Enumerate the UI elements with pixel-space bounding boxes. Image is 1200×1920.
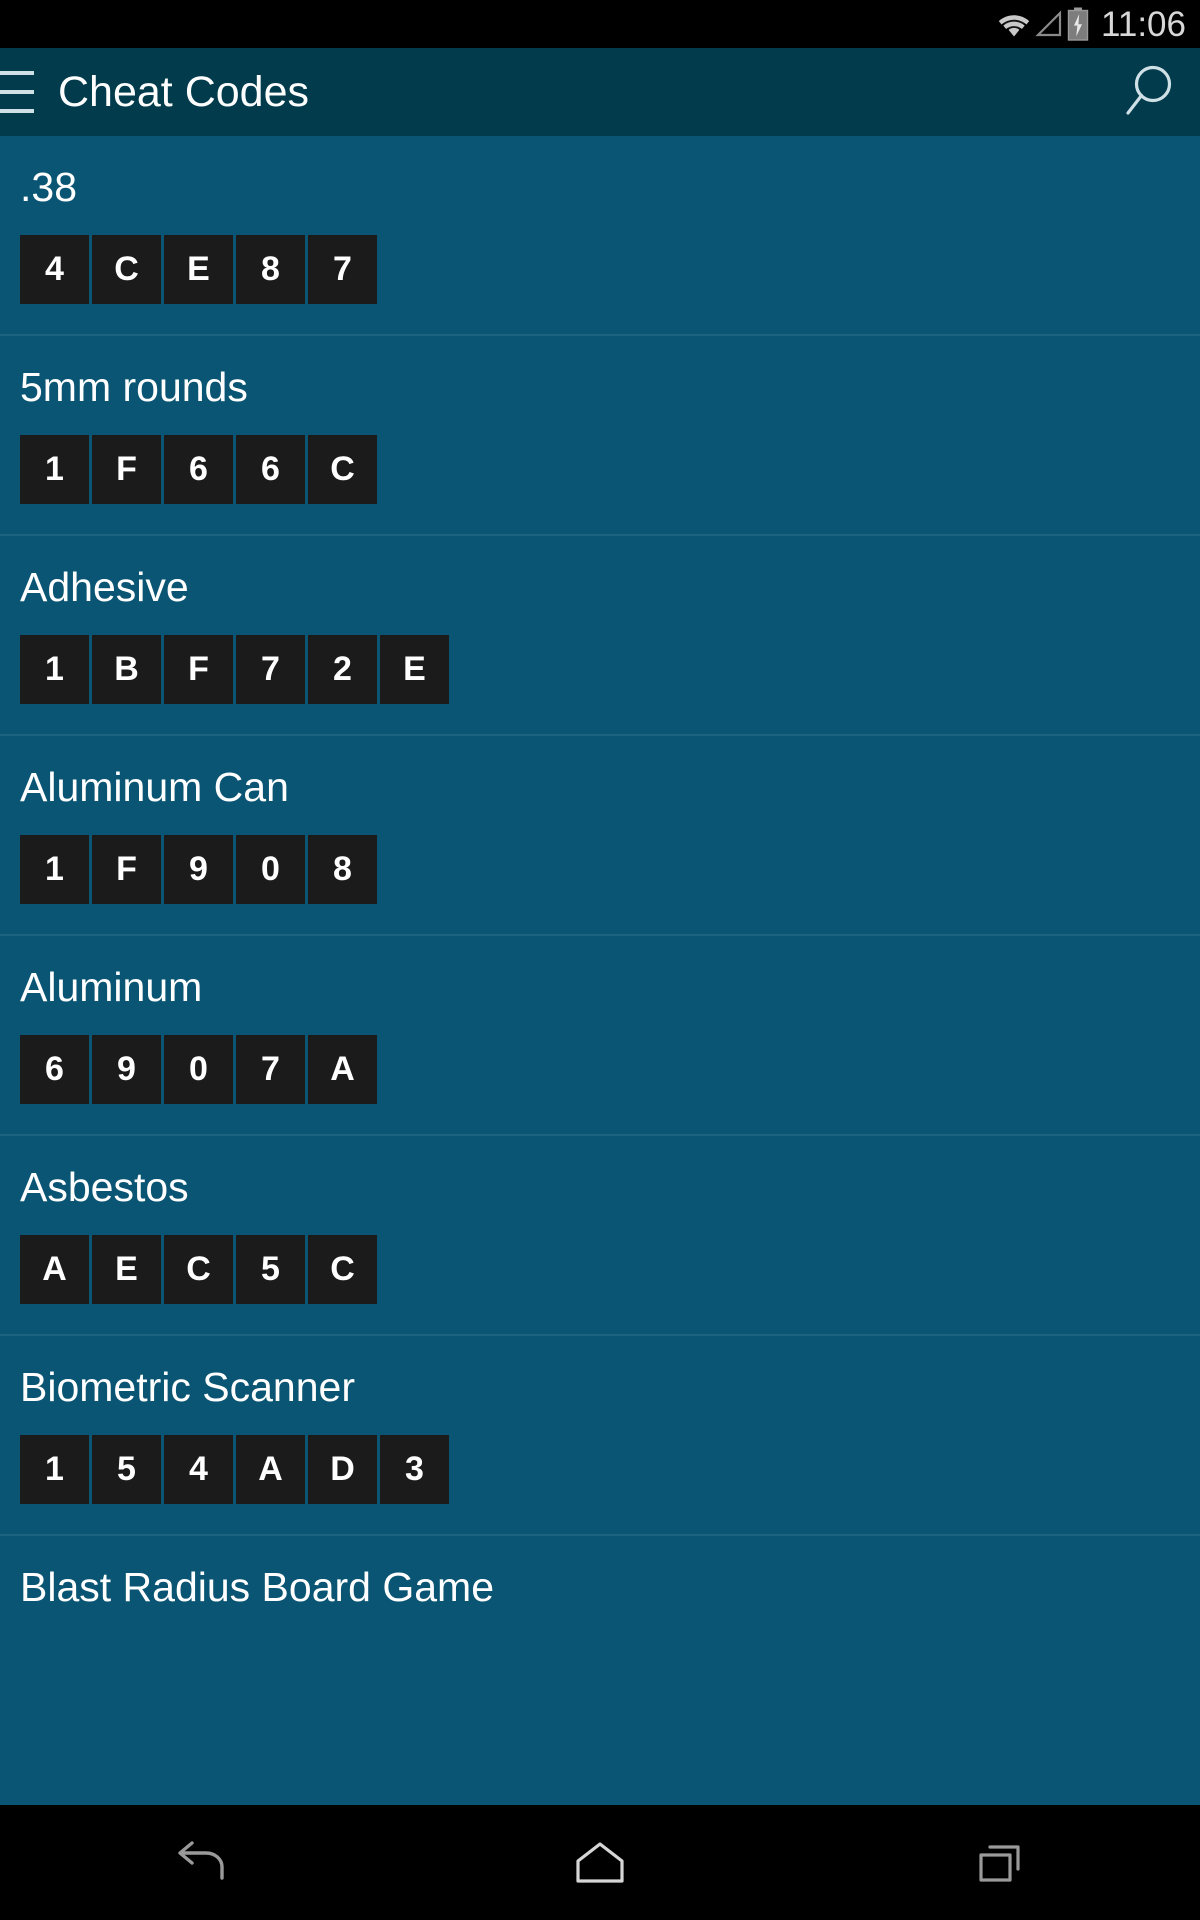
battery-charging-icon (1067, 7, 1089, 41)
code-tile: C (164, 1235, 233, 1305)
code-tile: A (236, 1435, 305, 1505)
cell-signal-icon (1035, 9, 1063, 39)
code-tile: 5 (236, 1235, 305, 1305)
code-tile: 6 (236, 435, 305, 505)
code-tile: 6 (164, 435, 233, 505)
list-item-title: Asbestos (20, 1164, 189, 1211)
code-tile-row: 1BF72E (20, 635, 1200, 705)
code-tile: 8 (308, 835, 377, 905)
code-tile: B (92, 635, 161, 705)
hamburger-menu-icon[interactable] (0, 71, 34, 113)
code-tile: 5 (92, 1435, 161, 1505)
code-tile: E (164, 235, 233, 305)
list-item[interactable]: 5mm rounds 1 F 6 6 C (0, 336, 1200, 537)
list-item[interactable]: Adhesive 1 B F 7 2 E (0, 536, 1200, 737)
hamburger-bar-1 (0, 71, 34, 75)
home-button[interactable] (540, 1805, 660, 1920)
recents-button[interactable] (940, 1805, 1060, 1920)
code-tile: 8 (236, 235, 305, 305)
home-icon (570, 1837, 630, 1889)
code-tile: F (92, 435, 161, 505)
code-tile: 3 (380, 1435, 449, 1505)
recents-icon (972, 1837, 1028, 1889)
code-tile: F (92, 835, 161, 905)
search-button[interactable] (1112, 57, 1182, 127)
list-item-title: Blast Radius Board Game (20, 1564, 495, 1611)
code-tile-row: AEC5C (20, 1235, 1200, 1305)
list-item-title: Aluminum (20, 964, 203, 1011)
code-tile: C (92, 235, 161, 305)
code-tile-row: 1F908 (20, 835, 1200, 905)
list-item-title: Biometric Scanner (20, 1364, 355, 1411)
code-tile: D (308, 1435, 377, 1505)
code-tile: 7 (236, 635, 305, 705)
code-tile: 1 (20, 435, 89, 505)
page-title: Cheat Codes (58, 67, 309, 116)
list-item[interactable]: Asbestos A E C 5 C (0, 1136, 1200, 1337)
search-icon (1116, 61, 1178, 123)
list-item[interactable]: Aluminum Can 1 F 9 0 8 (0, 736, 1200, 937)
list-item[interactable]: Blast Radius Board Game (0, 1536, 1200, 1609)
status-bar-clock: 11:06 (1101, 4, 1186, 44)
code-tile: 0 (236, 835, 305, 905)
status-bar-icons (997, 7, 1089, 41)
code-tile-row: 4CE87 (20, 235, 1200, 305)
hamburger-bar-2 (0, 90, 34, 94)
code-tile: A (20, 1235, 89, 1305)
code-tile: F (164, 635, 233, 705)
list-item[interactable]: Aluminum 6 9 0 7 A (0, 936, 1200, 1137)
code-tile: 9 (164, 835, 233, 905)
hamburger-bar-3 (0, 109, 34, 113)
code-tile: C (308, 435, 377, 505)
app-bar: Cheat Codes (0, 48, 1200, 136)
code-tile: 7 (236, 1035, 305, 1105)
code-tile: 1 (20, 1435, 89, 1505)
code-tile: 1 (20, 635, 89, 705)
code-tile: 2 (308, 635, 377, 705)
code-tile: 7 (308, 235, 377, 305)
code-tile-row: 154AD3 (20, 1435, 1200, 1505)
list-item-title: .38 (20, 164, 77, 210)
wifi-icon (997, 9, 1031, 39)
code-tile: 9 (92, 1035, 161, 1105)
code-tile: 1 (20, 835, 89, 905)
list-item[interactable]: .38 4 C E 8 7 (0, 136, 1200, 337)
status-bar: 11:06 (0, 0, 1200, 48)
list-item-title: 5mm rounds (20, 364, 248, 411)
phone-screen: 11:06 Cheat Codes .38 4 C E 8 7 5mm rounds 1 F 6 6… (0, 0, 1200, 1920)
code-tile: C (308, 1235, 377, 1305)
code-tile-row: 6907A (20, 1035, 1200, 1105)
code-tile: 6 (20, 1035, 89, 1105)
code-tile: E (92, 1235, 161, 1305)
list-item[interactable]: Biometric Scanner 1 5 4 A D 3 (0, 1336, 1200, 1537)
code-tile: A (308, 1035, 377, 1105)
code-tile: 4 (20, 235, 89, 305)
cheat-code-list[interactable]: .38 4 C E 8 7 5mm rounds 1 F 6 6 C Adhesive 1 B F 7 2 E Alu… (0, 136, 1200, 1805)
back-button[interactable] (140, 1805, 260, 1920)
code-tile: 4 (164, 1435, 233, 1505)
code-tile: 0 (164, 1035, 233, 1105)
back-arrow-icon (168, 1837, 232, 1889)
list-item-title: Adhesive (20, 564, 189, 611)
android-navigation-bar (0, 1805, 1200, 1920)
code-tile: E (380, 635, 449, 705)
code-tile-row: 1F66C (20, 435, 1200, 505)
list-item-title: Aluminum Can (20, 764, 289, 811)
